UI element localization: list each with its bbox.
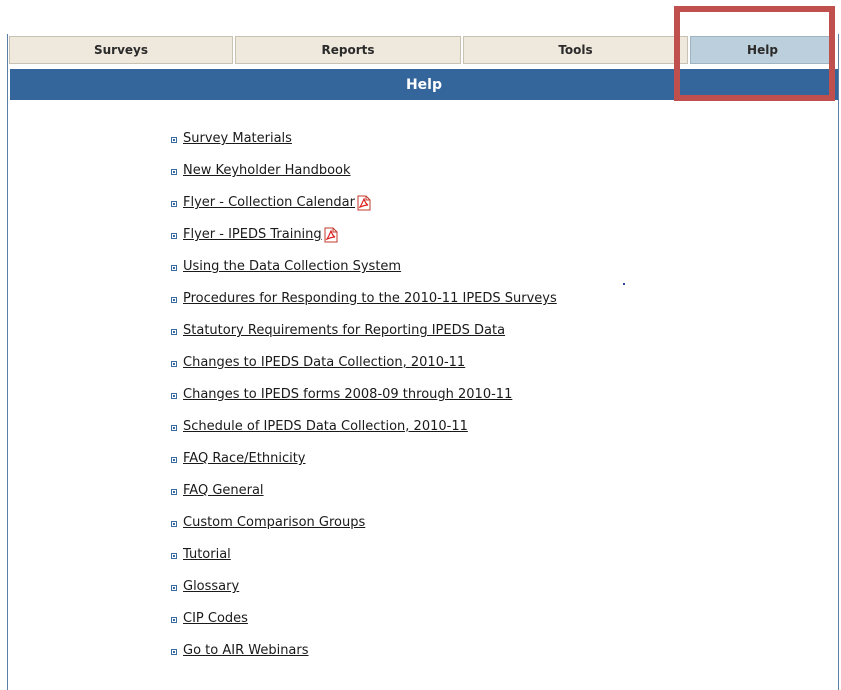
help-link-item: Survey Materials	[171, 131, 557, 163]
help-link-item: Custom Comparison Groups	[171, 515, 557, 547]
square-bullet-icon	[171, 329, 177, 335]
page-title-bar: Help	[10, 69, 838, 100]
help-link[interactable]: Custom Comparison Groups	[183, 515, 365, 530]
tab-surveys[interactable]: Surveys	[9, 36, 233, 64]
square-bullet-icon	[171, 265, 177, 271]
help-link-item: Changes to IPEDS Data Collection, 2010-1…	[171, 355, 557, 387]
help-link-item: FAQ General	[171, 483, 557, 515]
tab-reports[interactable]: Reports	[235, 36, 461, 64]
pdf-file-icon[interactable]	[357, 195, 371, 211]
help-link-item: New Keyholder Handbook	[171, 163, 557, 195]
square-bullet-icon	[171, 297, 177, 303]
tab-help[interactable]: Help	[690, 36, 835, 64]
square-bullet-icon	[171, 553, 177, 559]
square-bullet-icon	[171, 425, 177, 431]
help-link-item: Go to AIR Webinars	[171, 643, 557, 675]
square-bullet-icon	[171, 201, 177, 207]
square-bullet-icon	[171, 361, 177, 367]
help-link-item: Using the Data Collection System	[171, 259, 557, 291]
square-bullet-icon	[171, 585, 177, 591]
help-link-item: Glossary	[171, 579, 557, 611]
help-link[interactable]: Go to AIR Webinars	[183, 643, 309, 658]
help-link-item: Tutorial	[171, 547, 557, 579]
page-title: Help	[405, 76, 443, 93]
help-link[interactable]: Tutorial	[183, 547, 231, 562]
square-bullet-icon	[171, 649, 177, 655]
help-link-item: FAQ Race/Ethnicity	[171, 451, 557, 483]
square-bullet-icon	[171, 393, 177, 399]
help-link-list: Survey Materials New Keyholder Handbook Fl…	[171, 131, 557, 675]
help-link[interactable]: Schedule of IPEDS Data Collection, 2010-…	[183, 419, 468, 434]
help-link-item: Procedures for Responding to the 2010-11…	[171, 291, 557, 323]
tab-tools[interactable]: Tools	[463, 36, 688, 64]
stray-dot	[623, 283, 625, 285]
help-link[interactable]: New Keyholder Handbook	[183, 163, 351, 178]
help-link[interactable]: CIP Codes	[183, 611, 248, 626]
pdf-file-icon[interactable]	[324, 227, 338, 243]
help-link[interactable]: Procedures for Responding to the 2010-11…	[183, 291, 557, 306]
help-link[interactable]: Survey Materials	[183, 131, 292, 146]
square-bullet-icon	[171, 137, 177, 143]
help-link[interactable]: Glossary	[183, 579, 239, 594]
help-link-item: Changes to IPEDS forms 2008-09 through 2…	[171, 387, 557, 419]
square-bullet-icon	[171, 457, 177, 463]
square-bullet-icon	[171, 521, 177, 527]
help-link[interactable]: Flyer - IPEDS Training	[183, 227, 322, 242]
help-link-item: Statutory Requirements for Reporting IPE…	[171, 323, 557, 355]
help-link[interactable]: Changes to IPEDS forms 2008-09 through 2…	[183, 387, 512, 402]
help-link[interactable]: Flyer - Collection Calendar	[183, 195, 355, 210]
help-link-item: Flyer - Collection Calendar	[171, 195, 557, 227]
square-bullet-icon	[171, 169, 177, 175]
square-bullet-icon	[171, 617, 177, 623]
help-link-item: CIP Codes	[171, 611, 557, 643]
help-link[interactable]: Statutory Requirements for Reporting IPE…	[183, 323, 505, 338]
main-nav-tabs: Surveys Reports Tools Help	[9, 36, 837, 64]
help-link-item: Flyer - IPEDS Training	[171, 227, 557, 259]
help-link-item: Schedule of IPEDS Data Collection, 2010-…	[171, 419, 557, 451]
help-link[interactable]: Changes to IPEDS Data Collection, 2010-1…	[183, 355, 465, 370]
square-bullet-icon	[171, 489, 177, 495]
square-bullet-icon	[171, 233, 177, 239]
help-link[interactable]: FAQ General	[183, 483, 264, 498]
help-link[interactable]: FAQ Race/Ethnicity	[183, 451, 306, 466]
help-link[interactable]: Using the Data Collection System	[183, 259, 401, 274]
